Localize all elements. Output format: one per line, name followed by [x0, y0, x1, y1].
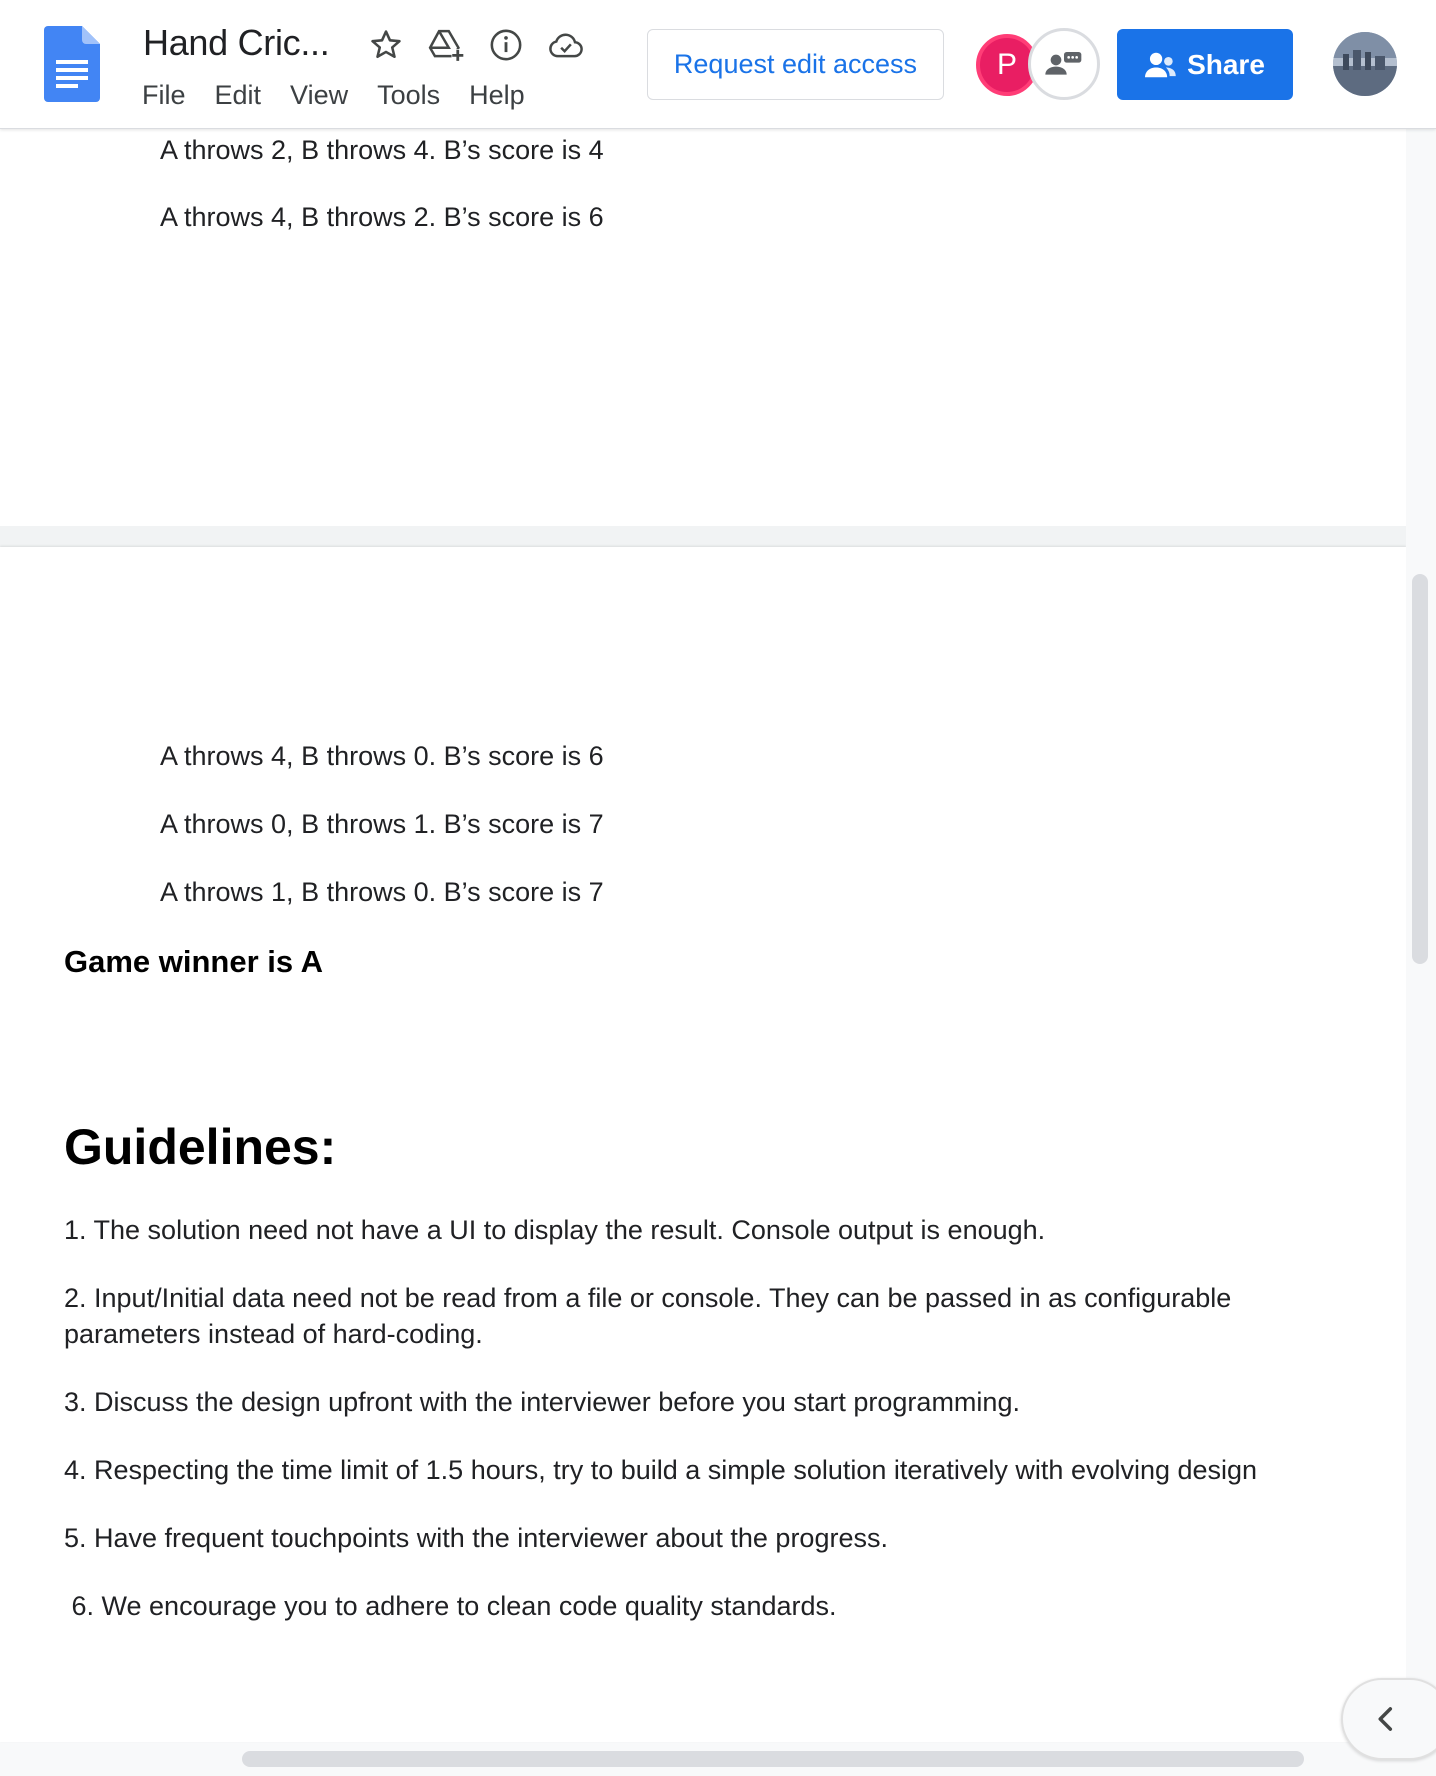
- menu-bar: File Edit View Tools Help: [142, 80, 554, 111]
- side-panel-toggle-button[interactable]: [1341, 1678, 1436, 1760]
- group-chat-icon[interactable]: [1028, 28, 1100, 100]
- document-title[interactable]: Hand Cric...: [143, 22, 330, 64]
- menu-file[interactable]: File: [142, 80, 200, 111]
- guideline-item: 1. The solution need not have a UI to di…: [64, 1215, 1046, 1245]
- document-page-1: A throws 2, B throws 4. B’s score is 4 A…: [0, 129, 1406, 526]
- account-avatar[interactable]: [1333, 32, 1397, 96]
- score-line: A throws 2, B throws 4. B’s score is 4: [160, 135, 604, 165]
- menu-help[interactable]: Help: [469, 80, 539, 111]
- info-icon[interactable]: [487, 26, 525, 64]
- guideline-item: 3. Discuss the design upfront with the i…: [64, 1387, 1020, 1417]
- page-break: [0, 526, 1406, 547]
- horizontal-scrollbar-thumb[interactable]: [242, 1751, 1304, 1767]
- menu-tools[interactable]: Tools: [377, 80, 454, 111]
- score-line: A throws 4, B throws 2. B’s score is 6: [160, 202, 604, 232]
- menu-edit[interactable]: Edit: [215, 80, 276, 111]
- star-icon[interactable]: [367, 26, 405, 64]
- person-add-icon: [1145, 52, 1176, 77]
- guideline-item: 4. Respecting the time limit of 1.5 hour…: [64, 1455, 1258, 1485]
- game-winner-text: Game winner is A: [64, 944, 323, 979]
- score-line: A throws 1, B throws 0. B’s score is 7: [160, 877, 604, 907]
- docs-header: Hand Cric... File Edit View Tools Help R…: [0, 0, 1436, 129]
- guideline-item: 6. We encourage you to adhere to clean c…: [64, 1591, 837, 1621]
- share-button[interactable]: Share: [1117, 29, 1293, 100]
- guideline-item: 5. Have frequent touchpoints with the in…: [64, 1523, 888, 1553]
- vertical-scrollbar-thumb[interactable]: [1412, 574, 1428, 964]
- chevron-left-icon: [1378, 1707, 1393, 1731]
- google-docs-icon[interactable]: [44, 26, 100, 102]
- menu-view[interactable]: View: [290, 80, 362, 111]
- guideline-item: 2. Input/Initial data need not be read f…: [64, 1283, 1232, 1349]
- request-edit-access-button[interactable]: Request edit access: [647, 29, 944, 100]
- guidelines-heading: Guidelines:: [64, 1119, 337, 1175]
- cloud-saved-icon[interactable]: [547, 26, 585, 64]
- score-line: A throws 0, B throws 1. B’s score is 7: [160, 809, 604, 839]
- score-line: A throws 4, B throws 0. B’s score is 6: [160, 741, 604, 771]
- document-page-2: A throws 4, B throws 0. B’s score is 6 A…: [0, 547, 1406, 1742]
- add-to-drive-icon[interactable]: [427, 26, 465, 64]
- share-label: Share: [1187, 48, 1265, 80]
